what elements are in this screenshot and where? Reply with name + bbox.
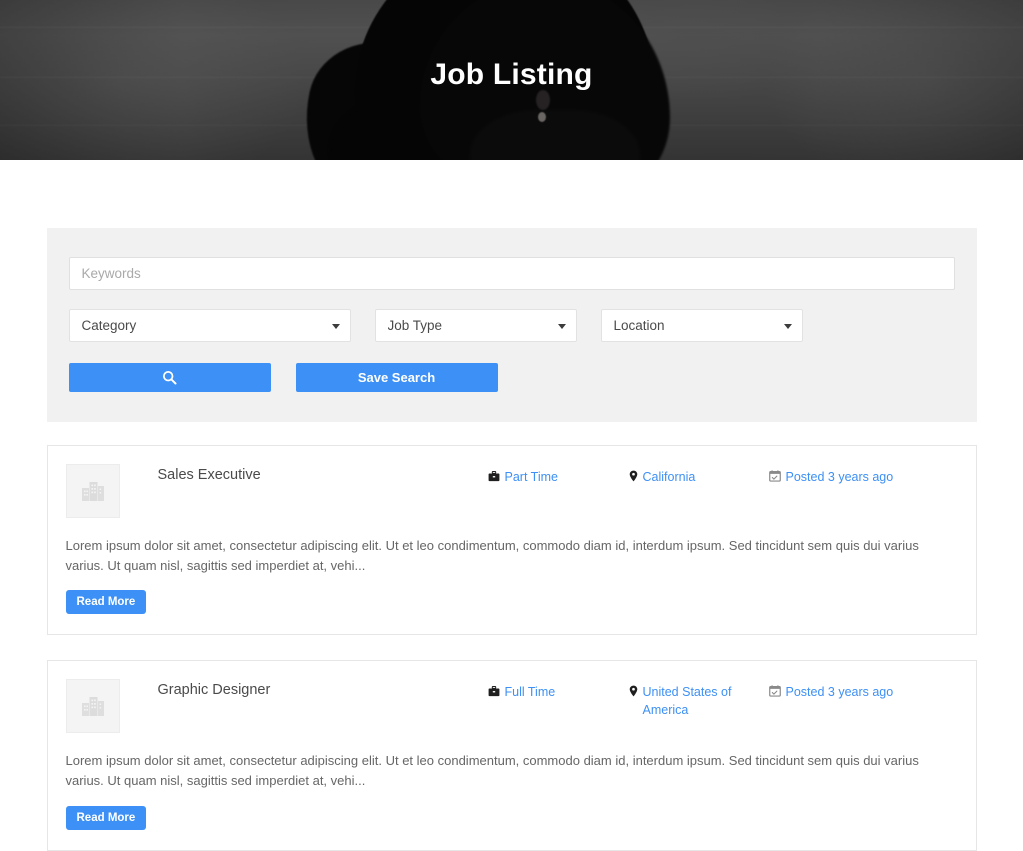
job-location-value: California <box>642 470 696 484</box>
job-posted-meta: Posted 3 years ago <box>768 683 894 719</box>
job-meta-group: Part Time California Posted 3 years ago <box>488 462 958 487</box>
hero-banner: Job Listing <box>0 0 1023 160</box>
keywords-row <box>68 257 955 290</box>
job-type-select[interactable]: Job Type <box>374 309 577 342</box>
job-type-meta: Part Time <box>488 468 629 487</box>
job-location-meta: United States of America <box>629 683 769 719</box>
job-posted-value: Posted 3 years ago <box>785 685 894 700</box>
job-type-value: Part Time <box>504 470 559 484</box>
location-select-wrapper: Location <box>600 309 803 342</box>
job-title[interactable]: Sales Executive <box>158 462 488 483</box>
map-marker-icon <box>629 469 638 487</box>
job-description: Lorem ipsum dolor sit amet, consectetur … <box>65 753 919 789</box>
job-type-value: Full Time <box>504 685 556 700</box>
image-placeholder-buildings-icon <box>78 478 108 504</box>
filters-row: Category Job Type Location <box>68 309 955 342</box>
read-more-button[interactable]: Read More <box>65 805 147 830</box>
briefcase-icon <box>488 684 500 702</box>
job-card[interactable]: Graphic Designer Full Time United States… <box>46 660 977 851</box>
job-type-meta: Full Time <box>488 683 629 719</box>
job-listing-page: Job Listing Category Job Type <box>0 0 1023 851</box>
job-location-meta: California <box>629 468 769 487</box>
job-search-panel: Category Job Type Location <box>46 228 977 422</box>
briefcase-icon <box>488 469 500 487</box>
job-card-header: Sales Executive Part Time California Pos… <box>65 462 958 518</box>
job-list: Sales Executive Part Time California Pos… <box>46 445 977 851</box>
calendar-check-icon <box>768 469 781 487</box>
job-type-select-wrapper: Job Type <box>374 309 577 342</box>
job-thumbnail <box>65 679 120 734</box>
category-select-wrapper: Category <box>68 309 351 342</box>
location-select[interactable]: Location <box>600 309 803 342</box>
job-location-value: United States of America <box>642 685 732 718</box>
search-keywords-input[interactable] <box>68 257 955 290</box>
job-card[interactable]: Sales Executive Part Time California Pos… <box>46 445 977 636</box>
save-search-button[interactable]: Save Search <box>295 363 498 392</box>
content-container: Category Job Type Location <box>46 228 977 851</box>
job-thumbnail <box>65 464 120 518</box>
job-title[interactable]: Graphic Designer <box>158 677 488 698</box>
job-description: Lorem ipsum dolor sit amet, consectetur … <box>65 538 919 574</box>
calendar-check-icon <box>768 684 781 702</box>
job-posted-meta: Posted 3 years ago <box>768 468 894 487</box>
search-button[interactable] <box>68 363 271 392</box>
job-card-header: Graphic Designer Full Time United States… <box>65 677 958 734</box>
category-select[interactable]: Category <box>68 309 351 342</box>
search-actions-row: Save Search <box>68 363 955 392</box>
job-meta-group: Full Time United States of America Poste… <box>488 677 958 719</box>
search-icon <box>162 370 177 385</box>
image-placeholder-buildings-icon <box>78 693 108 719</box>
map-marker-icon <box>629 684 638 702</box>
job-posted-value: Posted 3 years ago <box>785 470 894 484</box>
read-more-button[interactable]: Read More <box>65 590 147 615</box>
page-title: Job Listing <box>430 58 593 91</box>
